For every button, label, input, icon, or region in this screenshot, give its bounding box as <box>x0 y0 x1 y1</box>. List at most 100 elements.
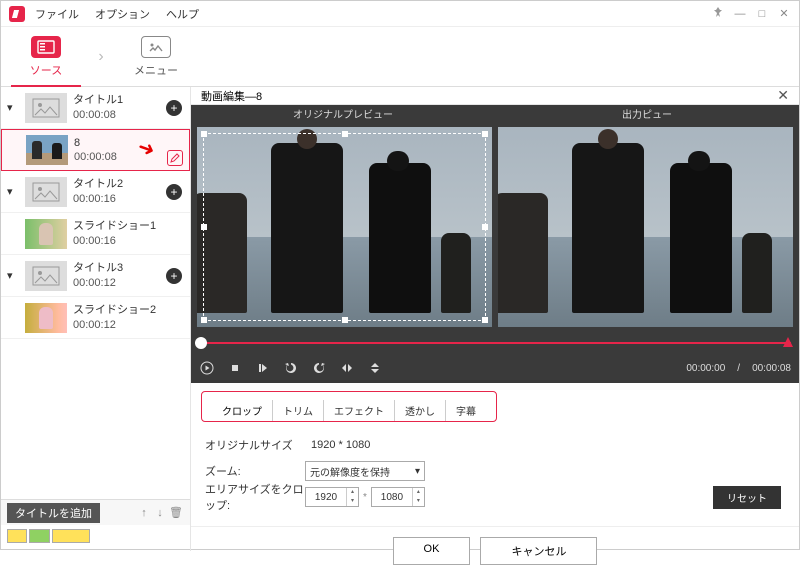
add-button[interactable]: + <box>166 184 182 200</box>
sidebar-footer: タイトルを追加 ↑ ↓ 🗑 <box>1 499 190 525</box>
maximize-button[interactable]: □ <box>755 8 769 20</box>
list-item[interactable]: スライドショー100:00:16 <box>1 213 190 255</box>
item-duration: 00:00:16 <box>73 192 166 206</box>
clip-list: ▾ タイトル100:00:08 + 800:00:08 ➜ ▾ タイトル200:… <box>1 87 190 499</box>
list-item[interactable]: スライドショー200:00:12 <box>1 297 190 339</box>
clip-thumb <box>25 303 67 333</box>
reset-button[interactable]: リセット <box>713 486 781 509</box>
timeline-strip <box>1 525 190 551</box>
item-duration: 00:00:12 <box>73 276 166 290</box>
menu-help[interactable]: ヘルプ <box>166 6 199 22</box>
item-name: スライドショー1 <box>73 219 184 233</box>
editor-title: 動画編集—8 <box>201 88 262 104</box>
edit-icon[interactable] <box>167 150 183 166</box>
trash-icon[interactable]: 🗑 <box>168 506 184 519</box>
zoom-label: ズーム: <box>205 463 305 479</box>
item-duration: 00:00:08 <box>73 108 166 122</box>
tab-source[interactable]: ソース <box>1 27 91 87</box>
tab-trim[interactable]: トリム <box>273 400 324 421</box>
rotate-left-icon[interactable] <box>283 360 299 376</box>
crop-size-label: エリアサイズをクロップ: <box>205 481 305 513</box>
preview-original-label: オリジナルプレビュー <box>191 105 495 127</box>
flip-vertical-icon[interactable] <box>367 360 383 376</box>
editor-panel: 動画編集—8 ✕ オリジナルプレビュー 出力ピュー <box>191 87 799 551</box>
menu-option[interactable]: オプション <box>95 6 150 22</box>
editor-close-icon[interactable]: ✕ <box>777 87 789 104</box>
crop-form: オリジナルサイズ 1920 * 1080 ズーム: 元の解像度を保持▾ エリアサ… <box>191 422 799 520</box>
minimize-button[interactable]: — <box>733 8 747 20</box>
clip-thumb <box>26 135 68 165</box>
add-button[interactable]: + <box>166 268 182 284</box>
top-tabs: ソース › メニュー <box>1 27 799 87</box>
tab-crop[interactable]: クロップ <box>212 400 273 421</box>
collapse-icon[interactable]: ▾ <box>7 185 19 198</box>
app-logo-icon <box>9 6 25 22</box>
item-name: スライドショー2 <box>73 303 184 317</box>
time-current: 00:00:00 <box>686 363 725 374</box>
list-item-selected[interactable]: 800:00:08 ➜ <box>1 129 190 171</box>
crop-width-input[interactable]: 1920▴▾ <box>305 487 359 507</box>
rotate-right-icon[interactable] <box>311 360 327 376</box>
placeholder-thumb-icon <box>25 177 67 207</box>
ok-button[interactable]: OK <box>393 537 471 565</box>
list-item[interactable]: ▾ タイトル300:00:12 + <box>1 255 190 297</box>
close-button[interactable]: ✕ <box>777 7 791 20</box>
item-name: タイトル3 <box>73 261 166 275</box>
crop-height-input[interactable]: 1080▴▾ <box>371 487 425 507</box>
item-name: 8 <box>74 136 183 150</box>
menu-icon <box>141 36 171 58</box>
step-down-icon[interactable]: ▾ <box>413 497 424 506</box>
zoom-select[interactable]: 元の解像度を保持▾ <box>305 461 425 481</box>
menu-file[interactable]: ファイル <box>35 6 79 22</box>
placeholder-thumb-icon <box>25 93 67 123</box>
clip-thumb <box>25 219 67 249</box>
preview-area <box>191 127 799 333</box>
tab-menu[interactable]: メニュー <box>111 27 201 87</box>
titlebar: ファイル オプション ヘルプ — □ ✕ <box>1 1 799 27</box>
list-item[interactable]: ▾ タイトル200:00:16 + <box>1 171 190 213</box>
list-item[interactable]: ▾ タイトル100:00:08 + <box>1 87 190 129</box>
seek-end-marker[interactable] <box>783 337 793 347</box>
original-size-label: オリジナルサイズ <box>205 437 305 453</box>
crop-rect[interactable] <box>203 133 486 321</box>
seek-knob[interactable] <box>195 337 207 349</box>
preview-output <box>498 127 793 327</box>
chevron-right-icon: › <box>91 48 111 66</box>
sidebar: ▾ タイトル100:00:08 + 800:00:08 ➜ ▾ タイトル200:… <box>1 87 191 551</box>
placeholder-thumb-icon <box>25 261 67 291</box>
tab-menu-label: メニュー <box>134 62 178 78</box>
collapse-icon[interactable]: ▾ <box>7 269 19 282</box>
collapse-icon[interactable]: ▾ <box>7 101 19 114</box>
preview-original[interactable] <box>197 127 492 327</box>
step-up-icon[interactable]: ▴ <box>347 488 358 497</box>
item-duration: 00:00:12 <box>73 318 184 332</box>
tab-watermark[interactable]: 透かし <box>395 400 446 421</box>
transport-bar: 00:00:00 / 00:00:08 <box>191 353 799 383</box>
play-icon[interactable] <box>199 360 215 376</box>
add-title-button[interactable]: タイトルを追加 <box>7 503 100 523</box>
source-icon <box>31 36 61 58</box>
mark-in-icon[interactable] <box>255 360 271 376</box>
dialog-buttons: OK キャンセル <box>191 526 799 575</box>
flip-horizontal-icon[interactable] <box>339 360 355 376</box>
move-down-icon[interactable]: ↓ <box>152 507 168 519</box>
tab-effect[interactable]: エフェクト <box>324 400 395 421</box>
tab-subtitle[interactable]: 字幕 <box>446 400 486 421</box>
chevron-down-icon: ▾ <box>415 466 420 477</box>
editor-header: 動画編集—8 ✕ <box>191 87 799 105</box>
step-up-icon[interactable]: ▴ <box>413 488 424 497</box>
edit-tabs: クロップ トリム エフェクト 透かし 字幕 <box>201 391 497 422</box>
time-total: 00:00:08 <box>752 363 791 374</box>
item-name: タイトル2 <box>73 177 166 191</box>
seek-bar[interactable] <box>191 333 799 353</box>
item-duration: 00:00:16 <box>73 234 184 248</box>
add-button[interactable]: + <box>166 100 182 116</box>
original-size-value: 1920 * 1080 <box>305 439 370 451</box>
move-up-icon[interactable]: ↑ <box>136 507 152 519</box>
pin-icon[interactable] <box>711 6 725 21</box>
preview-output-label: 出力ピュー <box>495 105 799 127</box>
step-down-icon[interactable]: ▾ <box>347 497 358 506</box>
cancel-button[interactable]: キャンセル <box>480 537 597 565</box>
item-name: タイトル1 <box>73 93 166 107</box>
stop-icon[interactable] <box>227 360 243 376</box>
